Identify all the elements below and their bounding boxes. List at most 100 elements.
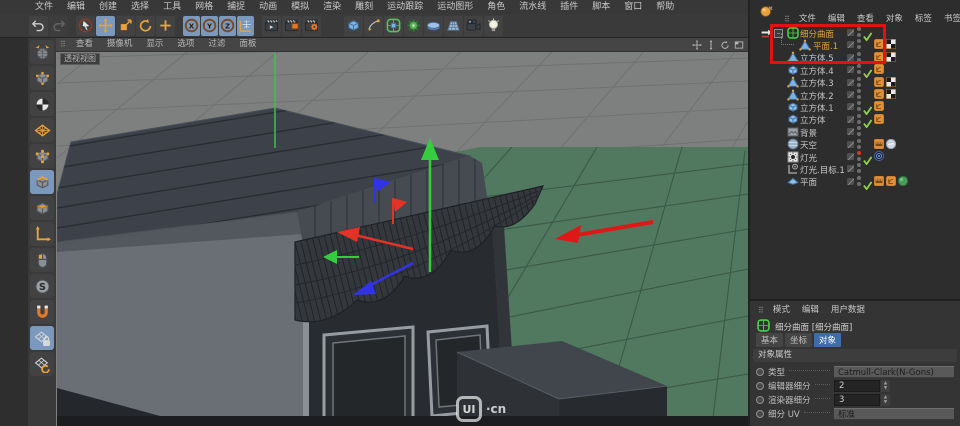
menubar-item-流水线[interactable]: 流水线 [512, 0, 553, 14]
toggle-view-icon[interactable] [734, 40, 744, 50]
menubar-item-工具[interactable]: 工具 [156, 0, 188, 14]
enable-snap-button[interactable] [30, 300, 54, 324]
类型-dropdown[interactable]: Catmull-Clark(N-Gons) [834, 366, 954, 378]
animation-dot-icon[interactable] [756, 382, 764, 390]
visibility-dots[interactable] [857, 101, 861, 112]
object-row-立方体.1[interactable]: 立方体.1 [750, 100, 958, 113]
menubar-item-渲染[interactable]: 渲染 [316, 0, 348, 14]
object-row-立方体.3[interactable]: 立方体.3 [750, 76, 958, 89]
lock-z-button[interactable]: Z [219, 16, 236, 36]
workplane-mode-button[interactable] [30, 118, 54, 142]
phong-tag-icon[interactable] [874, 89, 884, 99]
compositing-tag-icon[interactable] [874, 176, 884, 186]
add-light-button[interactable] [484, 16, 503, 36]
texture-checker-tag-icon[interactable] [886, 77, 896, 87]
am-menu-编辑[interactable]: 编辑 [796, 303, 825, 317]
viewport-menu-选项[interactable]: 选项 [170, 38, 201, 51]
undo-button[interactable] [29, 16, 48, 36]
texture-mode-button[interactable] [30, 92, 54, 116]
tab-对象[interactable]: 对象 [814, 333, 841, 347]
viewport-canvas[interactable] [57, 38, 748, 426]
layer-chip[interactable] [847, 178, 854, 185]
menubar-item-动画[interactable]: 动画 [252, 0, 284, 14]
menubar-item-运动跟踪[interactable]: 运动跟踪 [380, 0, 430, 14]
layer-chip[interactable] [847, 66, 854, 73]
visibility-dots[interactable] [857, 163, 861, 174]
texture-green-tag-icon[interactable] [898, 176, 908, 186]
layer-chip[interactable] [847, 165, 854, 172]
points-mode-button[interactable] [30, 144, 54, 168]
lock-y-button[interactable]: Y [201, 16, 218, 36]
enable-axis-button[interactable] [30, 222, 54, 246]
viewport-menu-过滤[interactable]: 过滤 [201, 38, 232, 51]
object-properties-header[interactable]: 对象属性 [753, 349, 957, 362]
visibility-dots[interactable] [857, 64, 861, 75]
menubar-item-窗口[interactable]: 窗口 [617, 0, 649, 14]
viewport[interactable]: ⠿ 查看摄像机显示选项过滤面板 透视视图 UI ·cn [56, 38, 748, 426]
visibility-dots[interactable] [857, 77, 861, 88]
planar-workplane-button[interactable] [30, 352, 54, 376]
texture-checker-tag-icon[interactable] [886, 89, 896, 99]
object-row-灯光[interactable]: 灯光 [750, 150, 958, 163]
phong-tag-icon[interactable] [874, 77, 884, 87]
edges-mode-button[interactable] [30, 170, 54, 194]
menubar-item-网格[interactable]: 网格 [188, 0, 220, 14]
menubar-item-角色[interactable]: 角色 [480, 0, 512, 14]
polygons-mode-button[interactable] [30, 196, 54, 220]
pan-icon[interactable] [692, 40, 702, 50]
palette-ball-icon[interactable] [760, 3, 773, 22]
menubar-item-文件[interactable]: 文件 [28, 0, 60, 14]
layer-chip[interactable] [847, 79, 854, 86]
visibility-dots[interactable] [857, 126, 861, 137]
tweak-mode-button[interactable] [30, 248, 54, 272]
viewport-menu-摄像机[interactable]: 摄像机 [100, 38, 140, 51]
animation-dot-icon[interactable] [756, 368, 764, 376]
stepper-icon[interactable]: ▲▼ [881, 394, 890, 406]
layer-chip[interactable] [847, 116, 854, 123]
layer-chip[interactable] [847, 103, 854, 110]
viewport-menu-面板[interactable]: 面板 [232, 38, 263, 51]
workplane-lock-button[interactable] [30, 326, 54, 350]
object-row-立方体[interactable]: 立方体 [750, 113, 958, 126]
phong-tag-icon[interactable] [886, 176, 896, 186]
menubar-item-创建[interactable]: 创建 [92, 0, 124, 14]
orbit-icon[interactable] [720, 40, 730, 50]
menubar-item-运动图形[interactable]: 运动图形 [430, 0, 480, 14]
texture-checker-tag-icon[interactable] [886, 39, 896, 49]
viewport-menu-查看[interactable]: 查看 [69, 38, 100, 51]
object-row-平面[interactable]: 平面 [750, 175, 958, 188]
stepper-icon[interactable]: ▲▼ [881, 380, 890, 392]
om-menu-书签[interactable]: 书签 [938, 12, 960, 26]
model-mode-button[interactable] [30, 66, 54, 90]
object-row-立方体.4[interactable]: 立方体.4 [750, 63, 958, 76]
om-menu-标签[interactable]: 标签 [909, 12, 938, 26]
layer-chip[interactable] [847, 153, 854, 160]
coord-system-button[interactable] [237, 16, 254, 36]
menubar-item-选择[interactable]: 选择 [124, 0, 156, 14]
target-tag-icon[interactable] [874, 151, 884, 161]
add-camera-button[interactable] [464, 16, 483, 36]
redo-button[interactable] [49, 16, 68, 36]
live-selection-button[interactable] [76, 16, 95, 36]
texture-checker-tag-icon[interactable] [886, 52, 896, 62]
visibility-dots[interactable] [857, 114, 861, 125]
add-generator-button[interactable] [404, 16, 423, 36]
object-row-立方体.2[interactable]: 立方体.2 [750, 88, 958, 101]
enable-check-icon[interactable] [863, 175, 872, 194]
menubar-item-脚本[interactable]: 脚本 [585, 0, 617, 14]
make-editable-button[interactable] [30, 40, 54, 64]
move-button[interactable] [96, 16, 115, 36]
layer-chip[interactable] [847, 141, 854, 148]
object-row-背景[interactable]: 背景 [750, 125, 958, 138]
animation-dot-icon[interactable] [756, 410, 764, 418]
menubar-item-模拟[interactable]: 模拟 [284, 0, 316, 14]
render-picture-viewer-button[interactable] [282, 16, 301, 36]
am-menu-模式[interactable]: 模式 [767, 303, 796, 317]
menubar-item-帮助[interactable]: 帮助 [649, 0, 681, 14]
menubar-item-捕捉[interactable]: 捕捉 [220, 0, 252, 14]
visibility-dots[interactable] [857, 139, 861, 150]
viewport-menu-显示[interactable]: 显示 [139, 38, 170, 51]
animation-dot-icon[interactable] [756, 396, 764, 404]
texture-sky-tag-icon[interactable] [886, 139, 896, 149]
render-view-button[interactable] [262, 16, 281, 36]
